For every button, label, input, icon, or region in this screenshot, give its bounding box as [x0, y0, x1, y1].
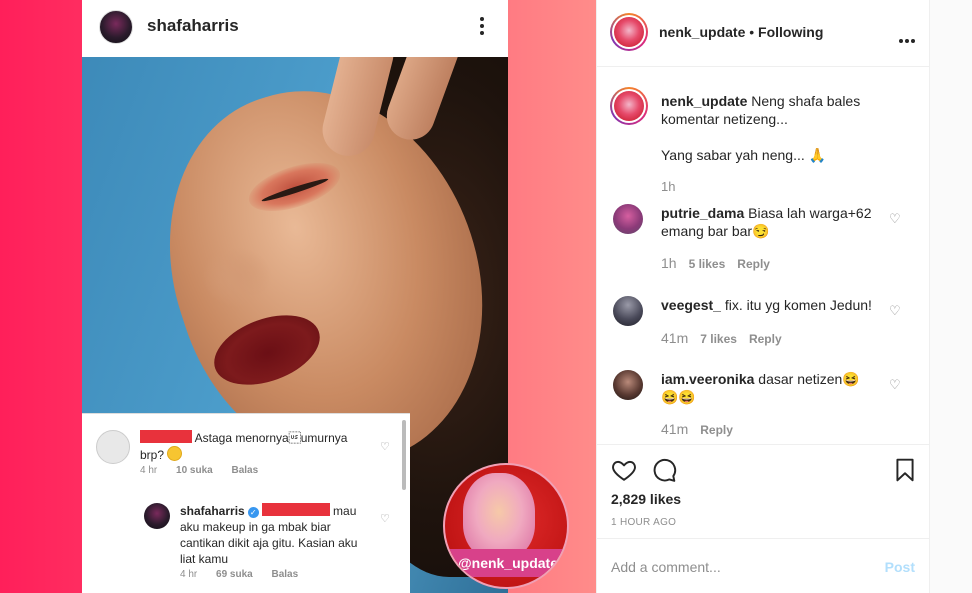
- redaction-bar: [140, 430, 192, 443]
- embedded-reply-meta: 4 hr 69 suka Balas: [180, 569, 314, 580]
- comment-text: veegest_ fix. itu yg komen Jedun!: [661, 296, 881, 314]
- embedded-heart-icon: ♡: [380, 513, 390, 525]
- caption-time[interactable]: 1h: [661, 178, 901, 196]
- comment-text: iam.veeronika dasar netizen😆 😆😆: [661, 370, 881, 406]
- logo-label: @nenk_update: [457, 555, 558, 571]
- like-comment-heart-icon[interactable]: ♡: [889, 304, 903, 318]
- likes-count[interactable]: 2,829 likes: [611, 491, 681, 507]
- post-image[interactable]: shafaharris Astaga menornya umurnya brp?: [0, 0, 596, 593]
- embedded-scrollbar: [402, 420, 406, 490]
- post-button[interactable]: Post: [885, 559, 915, 575]
- comment-time[interactable]: 1h: [661, 255, 677, 271]
- embedded-comment-likes: 10 suka: [176, 465, 213, 476]
- embedded-heart-icon: ♡: [380, 441, 390, 453]
- heart-icon[interactable]: [611, 457, 637, 483]
- author-username[interactable]: nenk_update: [659, 24, 745, 40]
- embedded-comment-meta: 4 hr 10 suka Balas: [140, 465, 274, 476]
- more-options-icon[interactable]: [897, 30, 915, 46]
- nenk-update-logo: @nenk_update: [443, 463, 569, 589]
- verified-icon: ✓: [247, 507, 259, 518]
- commenter-username[interactable]: iam.veeronika: [661, 371, 754, 387]
- comment-meta: 41m Reply: [661, 421, 745, 437]
- comment-time[interactable]: 41m: [661, 421, 688, 437]
- commenter-avatar[interactable]: [613, 296, 643, 326]
- post-sidebar: nenk_update • Following nenk_update Neng…: [596, 0, 931, 593]
- commenter-username[interactable]: veegest_: [661, 297, 721, 313]
- comment-icon[interactable]: [651, 457, 677, 483]
- page-background: [930, 0, 972, 593]
- author-line: nenk_update • Following: [659, 24, 823, 40]
- author-avatar[interactable]: [610, 13, 648, 51]
- embedded-screenshot: shafaharris Astaga menornya umurnya brp?: [82, 0, 508, 593]
- post-caption: nenk_update Neng shafa bales komentar ne…: [661, 92, 901, 196]
- embedded-reply-time: 4 hr: [180, 569, 198, 580]
- add-comment-bar: Post: [597, 538, 931, 593]
- embedded-comments: Astaga menornya umurnya brp? ♡ 4 hr 10 s…: [82, 413, 410, 593]
- post-actions: 2,829 likes 1 HOUR AGO: [597, 444, 931, 538]
- embedded-comment-text: Astaga menornya umurnya brp?: [140, 430, 368, 463]
- post-timestamp[interactable]: 1 HOUR AGO: [611, 517, 676, 528]
- embedded-comment-avatar: [96, 430, 130, 464]
- photo-nose: [202, 247, 272, 307]
- caption-username[interactable]: nenk_update: [661, 93, 747, 109]
- redaction-bar: [261, 503, 330, 516]
- embedded-more-icon: [476, 14, 488, 38]
- comment-text: putrie_dama Biasa lah warga+62 emang bar…: [661, 204, 881, 240]
- add-comment-input[interactable]: [611, 559, 851, 575]
- comment-meta: 1h 5 likes Reply: [661, 255, 782, 271]
- embedded-username: shafaharris: [147, 16, 239, 35]
- like-comment-heart-icon[interactable]: ♡: [889, 378, 903, 392]
- header-separator: •: [745, 24, 759, 40]
- embedded-comment-time: 4 hr: [140, 465, 158, 476]
- comment-likes[interactable]: 7 likes: [700, 332, 737, 346]
- comment-likes[interactable]: 5 likes: [689, 257, 726, 271]
- post-header: nenk_update • Following: [597, 0, 931, 67]
- comment-meta: 41m 7 likes Reply: [661, 330, 794, 346]
- commenter-avatar[interactable]: [613, 370, 643, 400]
- caption-text-2: Yang sabar yah neng... 🙏: [661, 147, 827, 163]
- instagram-post-modal: shafaharris Astaga menornya umurnya brp?: [0, 0, 972, 593]
- embedded-reply-avatar: [144, 503, 170, 529]
- reply-button[interactable]: Reply: [737, 257, 770, 271]
- smile-emoji: [167, 446, 183, 461]
- comment-time[interactable]: 41m: [661, 330, 688, 346]
- embedded-post-header: shafaharris: [82, 0, 508, 57]
- comment-body: fix. itu yg komen Jedun!: [724, 297, 872, 313]
- commenter-username[interactable]: putrie_dama: [661, 205, 744, 221]
- like-comment-heart-icon[interactable]: ♡: [889, 212, 903, 226]
- embedded-reply-reply: Balas: [271, 569, 299, 580]
- embedded-reply-username: shafaharris: [180, 504, 245, 518]
- reply-button[interactable]: Reply: [700, 423, 733, 437]
- embedded-reply-likes: 69 suka: [216, 569, 253, 580]
- embedded-reply-text: shafaharris ✓ mau aku makeup in ga mbak b…: [180, 503, 375, 567]
- logo-illustration: [463, 473, 535, 559]
- embedded-avatar: [99, 10, 133, 44]
- embedded-comment-reply: Balas: [231, 465, 259, 476]
- bookmark-icon[interactable]: [892, 457, 918, 483]
- following-button[interactable]: Following: [758, 24, 823, 40]
- reply-button[interactable]: Reply: [749, 332, 782, 346]
- commenter-avatar[interactable]: [613, 204, 643, 234]
- caption-avatar[interactable]: [610, 87, 648, 125]
